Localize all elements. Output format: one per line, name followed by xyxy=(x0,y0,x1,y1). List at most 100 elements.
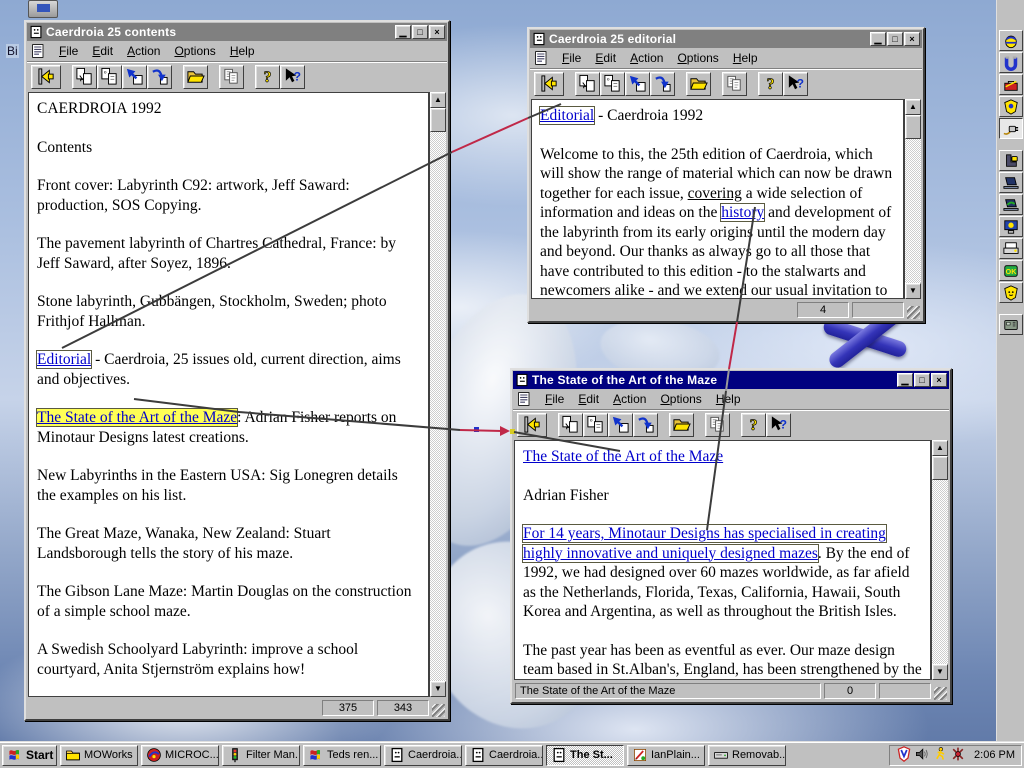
resize-grip[interactable] xyxy=(934,687,947,700)
desktop-icon-label[interactable]: Bi xyxy=(6,44,19,58)
taskbar-button-caerdroia[interactable]: Caerdroia... xyxy=(384,744,462,766)
close-button[interactable]: × xyxy=(931,373,947,387)
menu-help[interactable]: Help xyxy=(223,42,262,60)
window-state-of-the-art-maze[interactable]: The State of the Art of the Maze ▁ □ × F… xyxy=(510,368,952,704)
menu-edit[interactable]: Edit xyxy=(588,49,623,67)
ok-stamp-tool-icon[interactable]: OK xyxy=(998,260,1023,281)
paste-document-icon[interactable]: º xyxy=(600,71,625,96)
taskbar-button-moworks[interactable]: MOWorks xyxy=(60,744,138,766)
paste-document-icon[interactable]: º xyxy=(583,412,608,437)
resize-grip[interactable] xyxy=(907,306,920,319)
laptop-sync-tool-icon[interactable] xyxy=(998,194,1023,215)
context-help-icon[interactable]: ? xyxy=(766,412,791,437)
memory-card-tool-icon[interactable] xyxy=(998,314,1023,335)
help-icon[interactable]: ? xyxy=(255,64,280,89)
messenger-runner-icon[interactable] xyxy=(932,746,948,765)
start-link-icon[interactable] xyxy=(625,71,650,96)
menu-file[interactable]: File xyxy=(538,390,571,408)
scroll-down-button[interactable]: ▼ xyxy=(905,283,921,299)
titlebar[interactable]: The State of the Art of the Maze ▁ □ × xyxy=(513,371,949,389)
open-folder-icon[interactable] xyxy=(686,71,711,96)
help-icon[interactable]: ? xyxy=(758,71,783,96)
magnet-tool-icon[interactable] xyxy=(998,52,1023,73)
menu-options[interactable]: Options xyxy=(653,390,708,408)
scroll-down-button[interactable]: ▼ xyxy=(932,664,948,680)
taskbar-button-thest[interactable]: The St... xyxy=(546,744,624,766)
volume-icon[interactable] xyxy=(914,746,930,765)
maximize-button[interactable]: □ xyxy=(887,32,903,46)
menu-file[interactable]: File xyxy=(52,42,85,60)
link-the-state-of-the[interactable]: The State of the Art of the Maze xyxy=(35,408,239,427)
close-button[interactable]: × xyxy=(429,25,445,39)
taskbar-button-filterman[interactable]: Filter Man... xyxy=(222,744,300,766)
menu-action[interactable]: Action xyxy=(606,390,653,408)
close-button[interactable]: × xyxy=(904,32,920,46)
shield-tool-icon[interactable] xyxy=(998,282,1023,303)
titlebar[interactable]: Caerdroia 25 editorial ▁ □ × xyxy=(530,30,922,48)
paste-document-icon[interactable]: º xyxy=(97,64,122,89)
bug-tool-icon[interactable] xyxy=(998,30,1023,51)
vertical-scrollbar[interactable]: ▲ ▼ xyxy=(904,99,921,299)
context-help-icon[interactable]: ? xyxy=(280,64,305,89)
copy-icon[interactable] xyxy=(722,71,747,96)
end-link-icon[interactable] xyxy=(147,64,172,89)
menu-options[interactable]: Options xyxy=(670,49,725,67)
titlebar[interactable]: Caerdroia 25 contents ▁ □ × xyxy=(27,23,447,41)
copy-document-icon[interactable] xyxy=(575,71,600,96)
badge-tool-icon[interactable] xyxy=(998,96,1023,117)
taskbar-button-caerdroia[interactable]: Caerdroia... xyxy=(465,744,543,766)
context-help-icon[interactable]: ? xyxy=(783,71,808,96)
antivirus-shield-icon[interactable] xyxy=(896,745,912,765)
start-button[interactable]: Start xyxy=(2,744,57,766)
back-follow-link-icon[interactable] xyxy=(517,412,547,437)
copy-icon[interactable] xyxy=(705,412,730,437)
vertical-scrollbar[interactable]: ▲ ▼ xyxy=(429,92,446,697)
toolbox-tool-icon[interactable] xyxy=(998,74,1023,95)
open-folder-icon[interactable] xyxy=(669,412,694,437)
menu-action[interactable]: Action xyxy=(120,42,167,60)
vertical-scrollbar[interactable]: ▲ ▼ xyxy=(931,440,948,680)
scroll-thumb[interactable] xyxy=(905,115,921,139)
scroll-thumb[interactable] xyxy=(430,108,446,132)
maximize-button[interactable]: □ xyxy=(914,373,930,387)
taskbar-button-ianplain[interactable]: IanPlain... xyxy=(627,744,705,766)
taskbar-button-tedsren[interactable]: Teds ren... xyxy=(303,744,381,766)
link-editorial[interactable]: Editorial xyxy=(35,350,93,369)
window-caerdroia-contents[interactable]: Caerdroia 25 contents ▁ □ × File Edit Acti… xyxy=(24,20,450,721)
end-link-icon[interactable] xyxy=(650,71,675,96)
taskbar-button-removab[interactable]: Removab... xyxy=(708,744,786,766)
menu-options[interactable]: Options xyxy=(167,42,222,60)
system-menu-icon[interactable] xyxy=(30,43,48,59)
scroll-down-button[interactable]: ▼ xyxy=(430,681,446,697)
link-editorial[interactable]: Editorial xyxy=(538,106,596,125)
back-follow-link-icon[interactable] xyxy=(31,64,61,89)
taskbar-button-microc[interactable]: MICROC... xyxy=(141,744,219,766)
minimize-button[interactable]: ▁ xyxy=(870,32,886,46)
back-follow-link-icon[interactable] xyxy=(534,71,564,96)
link-the-state-of-the[interactable]: The State of the Art of the Maze xyxy=(523,448,723,465)
menu-help[interactable]: Help xyxy=(709,390,748,408)
resize-grip[interactable] xyxy=(432,704,445,717)
start-link-icon[interactable] xyxy=(122,64,147,89)
system-menu-icon[interactable] xyxy=(516,391,534,407)
link-history[interactable]: history xyxy=(720,203,766,222)
copy-icon[interactable] xyxy=(219,64,244,89)
menu-action[interactable]: Action xyxy=(623,49,670,67)
help-icon[interactable]: ? xyxy=(741,412,766,437)
copy-document-icon[interactable] xyxy=(558,412,583,437)
minimize-button[interactable]: ▁ xyxy=(395,25,411,39)
laptop-tool-icon[interactable] xyxy=(998,172,1023,193)
menu-edit[interactable]: Edit xyxy=(85,42,120,60)
copy-document-icon[interactable] xyxy=(72,64,97,89)
menu-help[interactable]: Help xyxy=(726,49,765,67)
open-folder-icon[interactable] xyxy=(183,64,208,89)
plug-tool-icon[interactable] xyxy=(998,118,1023,139)
window-caerdroia-editorial[interactable]: Caerdroia 25 editorial ▁ □ × File Edit Act… xyxy=(527,27,925,323)
scroll-up-button[interactable]: ▲ xyxy=(430,92,446,108)
maximize-button[interactable]: □ xyxy=(412,25,428,39)
boot-lock-tool-icon[interactable] xyxy=(998,150,1023,171)
end-link-icon[interactable] xyxy=(633,412,658,437)
scheduler-flower-icon[interactable] xyxy=(950,746,966,765)
printer-tool-icon[interactable] xyxy=(998,238,1023,259)
scroll-up-button[interactable]: ▲ xyxy=(905,99,921,115)
